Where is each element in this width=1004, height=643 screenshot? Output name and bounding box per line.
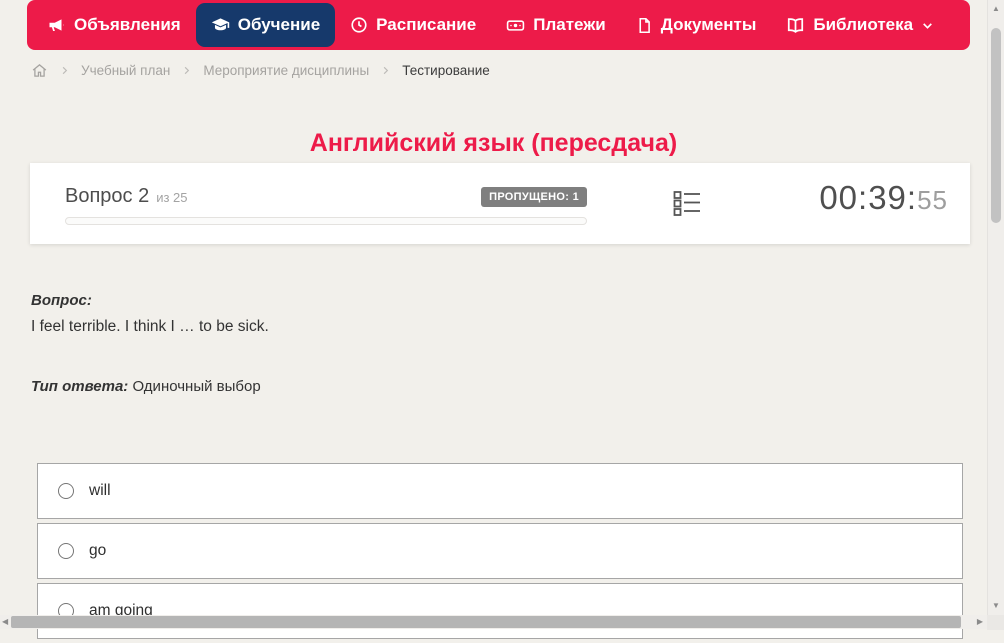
- horizontal-scrollbar[interactable]: ◀ ▶: [0, 615, 987, 629]
- vertical-scrollbar[interactable]: ▲ ▼: [987, 0, 1004, 615]
- document-icon: [636, 17, 653, 34]
- nav-item-label: Обучение: [238, 15, 320, 35]
- radio-button[interactable]: [58, 543, 74, 559]
- question-progress-block: Вопрос 2 из 25 ПРОПУЩЕНО: 1: [65, 185, 587, 225]
- nav-item-label: Документы: [661, 15, 757, 35]
- scroll-right-arrow[interactable]: ▶: [977, 615, 983, 629]
- open-book-icon: [786, 16, 805, 35]
- question-text: I feel terrible. I think I … to be sick.: [31, 318, 269, 336]
- chevron-right-icon: [380, 65, 391, 76]
- scroll-left-arrow[interactable]: ◀: [2, 615, 8, 629]
- nav-item-library[interactable]: Библиотека: [771, 3, 949, 47]
- answer-type-label: Тип ответа:: [31, 378, 128, 395]
- question-total-label: из 25: [156, 190, 187, 205]
- nav-item-label: Платежи: [533, 15, 606, 35]
- scroll-down-arrow[interactable]: ▼: [988, 599, 1004, 613]
- answer-option-am-going[interactable]: am going: [37, 583, 963, 639]
- question-heading: Вопрос:: [31, 292, 92, 309]
- nav-item-label: Расписание: [376, 15, 476, 35]
- scroll-up-arrow[interactable]: ▲: [988, 2, 1004, 16]
- chevron-right-icon: [181, 65, 192, 76]
- question-status-card: Вопрос 2 из 25 ПРОПУЩЕНО: 1 00:39:55: [30, 163, 970, 244]
- question-list-icon[interactable]: [673, 190, 701, 219]
- chevron-down-icon: [921, 19, 934, 32]
- answer-option-will[interactable]: will: [37, 463, 963, 519]
- nav-item-payments[interactable]: Платежи: [491, 3, 621, 47]
- graduation-cap-icon: [211, 16, 230, 35]
- nav-item-announcements[interactable]: Объявления: [33, 3, 196, 47]
- banknote-icon: [506, 16, 525, 35]
- timer-seconds: 55: [917, 185, 948, 215]
- clock-icon: [350, 16, 368, 34]
- countdown-timer: 00:39:55: [819, 179, 948, 217]
- top-navigation: Объявления Обучение Расписание Платежи Д…: [27, 0, 970, 50]
- answer-option-label: will: [89, 482, 111, 500]
- scrollbar-corner: [987, 615, 1004, 630]
- home-icon[interactable]: [31, 62, 48, 79]
- vertical-scrollbar-thumb[interactable]: [991, 28, 1001, 223]
- breadcrumb-item-curriculum[interactable]: Учебный план: [81, 63, 170, 78]
- breadcrumb-current-testing: Тестирование: [402, 63, 490, 78]
- progress-bar: [65, 217, 587, 225]
- megaphone-icon: [48, 16, 66, 34]
- answer-type-row: Тип ответа: Одиночный выбор: [31, 378, 261, 395]
- answer-type-value: Одиночный выбор: [132, 378, 260, 395]
- question-number-label: Вопрос 2: [65, 185, 149, 208]
- breadcrumb: Учебный план Мероприятие дисциплины Тест…: [31, 62, 490, 79]
- chevron-right-icon: [59, 65, 70, 76]
- nav-item-schedule[interactable]: Расписание: [335, 3, 491, 47]
- nav-item-learning[interactable]: Обучение: [196, 3, 335, 47]
- nav-item-label: Библиотека: [813, 15, 913, 35]
- page-title: Английский язык (пересдача): [0, 129, 987, 158]
- skipped-badge: ПРОПУЩЕНО: 1: [481, 187, 587, 207]
- answer-option-label: go: [89, 542, 106, 560]
- horizontal-scrollbar-thumb[interactable]: [11, 616, 961, 628]
- radio-button[interactable]: [58, 483, 74, 499]
- timer-hours-minutes: 00:39:: [819, 179, 917, 216]
- answer-option-go[interactable]: go: [37, 523, 963, 579]
- nav-item-documents[interactable]: Документы: [621, 3, 772, 47]
- nav-item-label: Объявления: [74, 15, 181, 35]
- breadcrumb-item-discipline-event[interactable]: Мероприятие дисциплины: [203, 63, 369, 78]
